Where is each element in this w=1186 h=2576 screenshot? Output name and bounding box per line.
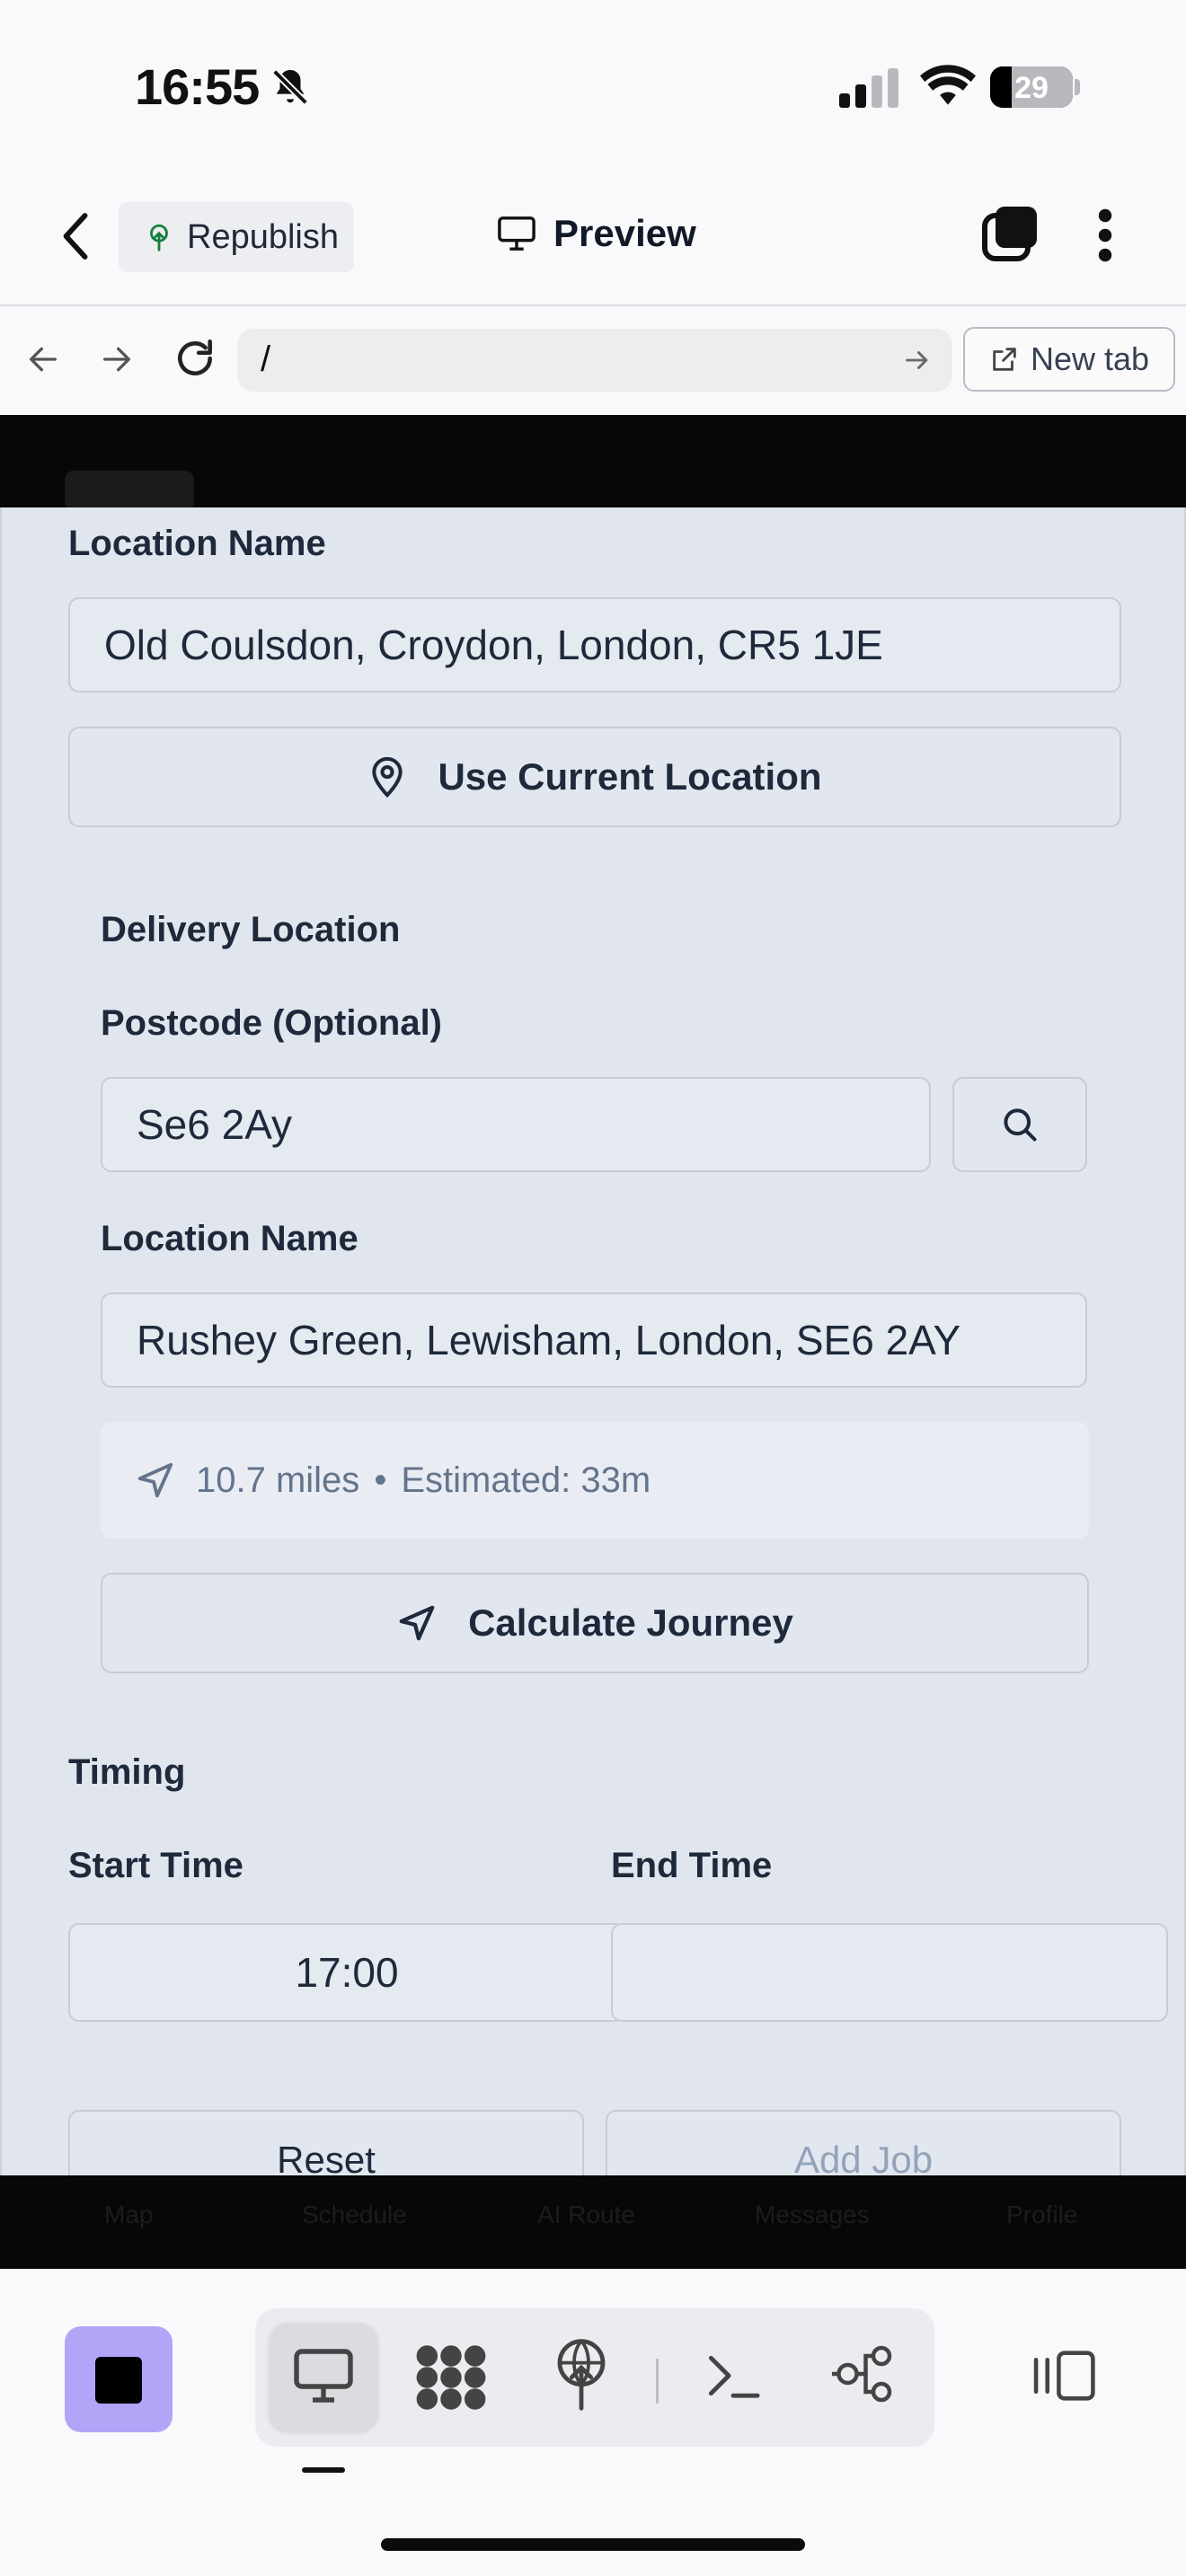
navigation-arrow-icon [135,1460,176,1501]
start-time-input[interactable]: 17:00 [68,1923,625,2022]
preview-title[interactable]: Preview [496,212,696,255]
reset-label: Reset [277,2139,376,2178]
job-form-panel: Location Name Old Coulsdon, Croydon, Lon… [0,507,1186,2178]
url-input[interactable] [237,329,952,392]
toolbar-divider [656,2359,659,2404]
nav-item-ai-route[interactable]: AI Route [537,2201,635,2229]
panel-layout-icon[interactable] [1031,2348,1100,2404]
calculate-journey-button[interactable]: Calculate Journey [101,1573,1089,1673]
apps-grid-icon[interactable] [415,2342,487,2413]
postcode-search-button[interactable] [952,1077,1087,1172]
add-job-label: Add Job [793,2139,934,2178]
nav-item-map[interactable]: Map [104,2201,153,2229]
pickup-location-name-input[interactable]: Old Coulsdon, Croydon, London, CR5 1JE [68,597,1121,693]
signal-icon [839,68,900,108]
nav-item-schedule[interactable]: Schedule [302,2201,407,2229]
reload-icon[interactable] [173,336,217,381]
new-tab-button[interactable]: New tab [963,327,1175,392]
calculate-journey-label: Calculate Journey [468,1601,793,1644]
reset-button[interactable]: Reset [68,2110,584,2178]
timing-section-title: Timing [68,1752,186,1792]
journey-separator: • [374,1460,387,1500]
go-arrow-icon[interactable] [902,345,933,375]
new-tab-label: New tab [1030,340,1150,377]
battery-tip [1075,79,1080,95]
home-indicator [381,2538,805,2551]
header-divider [0,304,1186,306]
delivery-location-name-label: Location Name [101,1219,358,1258]
tree-icon [144,222,174,252]
postcode-label: Postcode (Optional) [101,1003,442,1043]
use-current-location-label: Use Current Location [438,755,822,798]
url-text: / [261,340,271,379]
end-time-label: End Time [611,1846,773,1885]
wifi-icon [920,65,976,108]
publish-icon[interactable] [552,2339,611,2411]
more-options-icon[interactable] [1093,208,1118,262]
browser-forward-icon[interactable] [99,341,135,377]
journey-distance: 10.7 miles [196,1460,360,1500]
active-tool-underline [302,2467,345,2473]
external-link-icon [989,344,1020,375]
stop-button[interactable] [65,2326,173,2432]
monitor-icon [496,215,537,252]
nav-item-profile[interactable]: Profile [1006,2201,1077,2229]
journey-estimate: Estimated: 33m [401,1460,651,1500]
pickup-location-name-label: Location Name [68,524,326,563]
stop-icon [95,2357,142,2404]
tabs-icon[interactable] [981,205,1039,262]
add-job-button[interactable]: Add Job [606,2110,1121,2178]
status-time: 16:55 [135,58,260,115]
navigation-arrow-icon [396,1602,438,1644]
republish-label: Republish [187,217,339,256]
browser-back-icon[interactable] [25,341,61,377]
start-time-label: Start Time [68,1846,243,1885]
terminal-icon[interactable] [704,2348,762,2404]
workflow-icon[interactable] [832,2344,895,2404]
nav-item-messages[interactable]: Messages [755,2201,870,2229]
end-time-input[interactable] [611,1923,1168,2022]
delivery-section-title: Delivery Location [101,910,401,949]
preview-label: Preview [553,212,696,254]
back-icon[interactable] [56,208,97,264]
republish-button[interactable]: Republish [119,202,354,272]
battery-indicator: 29 [990,66,1073,108]
map-pin-icon [367,755,407,798]
delivery-location-name-input[interactable]: Rushey Green, Lewisham, London, SE6 2AY [101,1292,1087,1388]
journey-info: 10.7 miles • Estimated: 33m [101,1422,1089,1539]
bell-muted-icon [270,66,311,108]
monitor-icon [291,2346,356,2405]
postcode-input[interactable]: Se6 2Ay [101,1077,931,1172]
use-current-location-button[interactable]: Use Current Location [68,727,1121,827]
hidden-header-button [65,471,194,510]
search-icon [1000,1105,1040,1144]
